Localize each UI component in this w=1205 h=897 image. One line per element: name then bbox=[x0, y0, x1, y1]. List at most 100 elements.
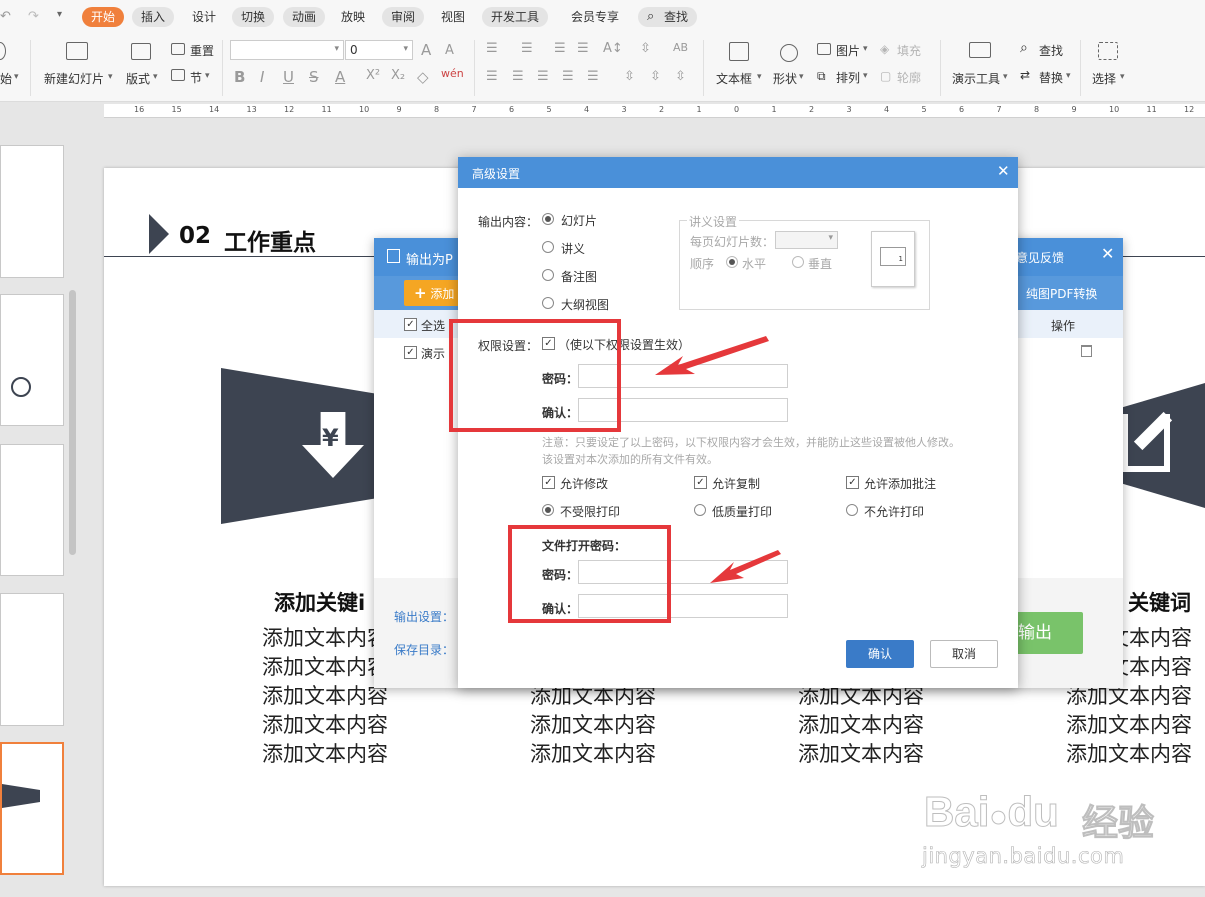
output-handout-label[interactable]: 讲义 bbox=[561, 240, 585, 257]
export-button[interactable]: 输出 bbox=[1014, 612, 1083, 654]
allow-copy-label[interactable]: 允许复制 bbox=[712, 475, 760, 492]
start-slideshow-icon[interactable] bbox=[0, 42, 6, 60]
shape-icon[interactable] bbox=[780, 44, 798, 62]
textbox-button[interactable]: 文本框 bbox=[716, 70, 752, 87]
layout-icon[interactable] bbox=[131, 43, 151, 60]
align-center-icon[interactable]: ☰ bbox=[512, 69, 524, 84]
allow-annotate-checkbox[interactable]: ✓ bbox=[846, 476, 859, 489]
print-none-label[interactable]: 不允许打印 bbox=[864, 503, 924, 520]
superscript-icon[interactable]: X² bbox=[366, 68, 380, 83]
section-button[interactable]: 节 bbox=[190, 69, 202, 86]
bullet-list-icon[interactable]: ☰ bbox=[486, 41, 498, 56]
distribute-icon[interactable]: ☰ bbox=[587, 69, 599, 84]
output-slides-radio[interactable] bbox=[542, 213, 554, 225]
new-slide-icon[interactable] bbox=[66, 42, 88, 60]
text-ab-icon[interactable]: AB bbox=[673, 41, 688, 54]
pdf-convert-link[interactable]: 、纯图PDF转换 bbox=[1014, 285, 1097, 302]
bold-icon[interactable]: B bbox=[234, 68, 245, 86]
picture-icon[interactable] bbox=[817, 43, 831, 55]
output-notes-label[interactable]: 备注图 bbox=[561, 268, 597, 285]
increase-font-icon[interactable]: A bbox=[421, 41, 431, 59]
column-spacing-icon[interactable]: ⇳ bbox=[650, 69, 661, 84]
text-direction-icon[interactable]: A↕ bbox=[603, 41, 623, 56]
font-color-icon[interactable]: A bbox=[335, 68, 345, 86]
print-low-quality-label[interactable]: 低质量打印 bbox=[712, 503, 772, 520]
align-left-icon[interactable]: ☰ bbox=[486, 69, 498, 84]
tab-design[interactable]: 设计 bbox=[183, 7, 225, 27]
start-slideshow-label[interactable]: 始 bbox=[0, 70, 12, 87]
reset-button[interactable]: 重置 bbox=[190, 42, 214, 59]
output-handout-radio[interactable] bbox=[542, 241, 554, 253]
add-file-button[interactable]: + 添加 bbox=[404, 280, 464, 306]
tab-animation[interactable]: 动画 bbox=[283, 7, 326, 27]
allow-annotate-label[interactable]: 允许添加批注 bbox=[864, 475, 936, 492]
tab-slideshow[interactable]: 放映 bbox=[332, 7, 374, 27]
tab-member[interactable]: 会员专享 bbox=[562, 7, 628, 27]
new-slide-button[interactable]: 新建幻灯片 bbox=[44, 70, 104, 87]
select-icon[interactable] bbox=[1098, 42, 1118, 60]
find-button[interactable]: 查找 bbox=[1039, 42, 1063, 59]
find-icon[interactable]: ⌕ bbox=[1020, 40, 1028, 56]
tab-home[interactable]: 开始 bbox=[82, 7, 125, 27]
subscript-icon[interactable]: X₂ bbox=[391, 68, 405, 83]
allow-copy-checkbox[interactable]: ✓ bbox=[694, 476, 707, 489]
undo-icon[interactable]: ↶ bbox=[0, 9, 11, 24]
underline-icon[interactable]: U bbox=[283, 68, 294, 86]
output-slides-label[interactable]: 幻灯片 bbox=[561, 212, 597, 229]
thumbnail-scrollbar[interactable] bbox=[69, 290, 76, 555]
slides-per-page-select[interactable]: ▾ bbox=[775, 231, 838, 249]
font-name-select[interactable]: ▾ bbox=[230, 40, 344, 60]
close-icon[interactable]: ✕ bbox=[997, 162, 1010, 180]
vertical-align-icon[interactable]: ⇳ bbox=[675, 69, 686, 84]
tab-insert[interactable]: 插入 bbox=[132, 7, 175, 27]
line-spacing-icon[interactable]: ⇳ bbox=[640, 41, 651, 56]
section-icon[interactable] bbox=[171, 69, 185, 81]
order-vertical-label[interactable]: 垂直 bbox=[808, 255, 832, 272]
italic-icon[interactable]: I bbox=[260, 68, 264, 86]
shape-button[interactable]: 形状 bbox=[773, 70, 797, 87]
feedback-link[interactable]: 意见反馈 bbox=[1016, 249, 1064, 266]
textbox-icon[interactable] bbox=[729, 42, 749, 61]
output-notes-radio[interactable] bbox=[542, 269, 554, 281]
allow-edit-checkbox[interactable]: ✓ bbox=[542, 476, 555, 489]
tab-transition[interactable]: 切换 bbox=[232, 7, 275, 27]
close-icon[interactable]: ✕ bbox=[1101, 244, 1114, 263]
ok-button[interactable]: 确认 bbox=[846, 640, 914, 668]
strikethrough-icon[interactable]: S bbox=[309, 68, 319, 86]
print-unlimited-label[interactable]: 不受限打印 bbox=[560, 503, 620, 520]
redo-icon[interactable]: ↷ bbox=[28, 9, 39, 24]
order-horizontal-label[interactable]: 水平 bbox=[742, 255, 766, 272]
picture-button[interactable]: 图片 bbox=[836, 42, 860, 59]
pinyin-icon[interactable]: wén bbox=[441, 67, 464, 80]
replace-button[interactable]: 替换 bbox=[1039, 69, 1063, 86]
slide-thumbnail-selected[interactable] bbox=[0, 742, 64, 875]
arrange-button[interactable]: 排列 bbox=[836, 69, 860, 86]
fill-button[interactable]: 填充 bbox=[897, 42, 921, 59]
print-none-radio[interactable] bbox=[846, 504, 858, 516]
slide-thumbnail[interactable] bbox=[0, 294, 64, 426]
print-unlimited-radio[interactable] bbox=[542, 504, 554, 516]
trash-icon[interactable] bbox=[1081, 345, 1092, 357]
slide-thumbnail[interactable] bbox=[0, 444, 64, 576]
quick-access-dropdown-icon[interactable]: ▾ bbox=[57, 9, 62, 20]
output-outline-radio[interactable] bbox=[542, 297, 554, 309]
tab-view[interactable]: 视图 bbox=[432, 7, 474, 27]
file-checkbox[interactable]: ✓ bbox=[404, 346, 417, 359]
cancel-button[interactable]: 取消 bbox=[930, 640, 998, 668]
order-vertical-radio[interactable] bbox=[792, 256, 804, 268]
replace-icon[interactable]: ⇄ bbox=[1020, 68, 1030, 82]
allow-edit-label[interactable]: 允许修改 bbox=[560, 475, 608, 492]
tab-review[interactable]: 审阅 bbox=[382, 7, 425, 27]
tab-developer[interactable]: 开发工具 bbox=[482, 7, 549, 27]
slide-thumbnail[interactable] bbox=[0, 593, 64, 726]
increase-indent-icon[interactable]: ☰ bbox=[577, 41, 589, 56]
slide-thumbnail[interactable] bbox=[0, 145, 64, 278]
output-outline-label[interactable]: 大纲视图 bbox=[561, 296, 609, 313]
select-button[interactable]: 选择 bbox=[1092, 70, 1116, 87]
outline-button[interactable]: 轮廓 bbox=[897, 69, 921, 86]
select-all-checkbox[interactable]: ✓ bbox=[404, 318, 417, 331]
decrease-indent-icon[interactable]: ☰ bbox=[554, 41, 566, 56]
print-low-quality-radio[interactable] bbox=[694, 504, 706, 516]
present-tools-icon[interactable] bbox=[969, 42, 991, 58]
search-button[interactable]: ⌕ 查找 bbox=[638, 7, 698, 27]
